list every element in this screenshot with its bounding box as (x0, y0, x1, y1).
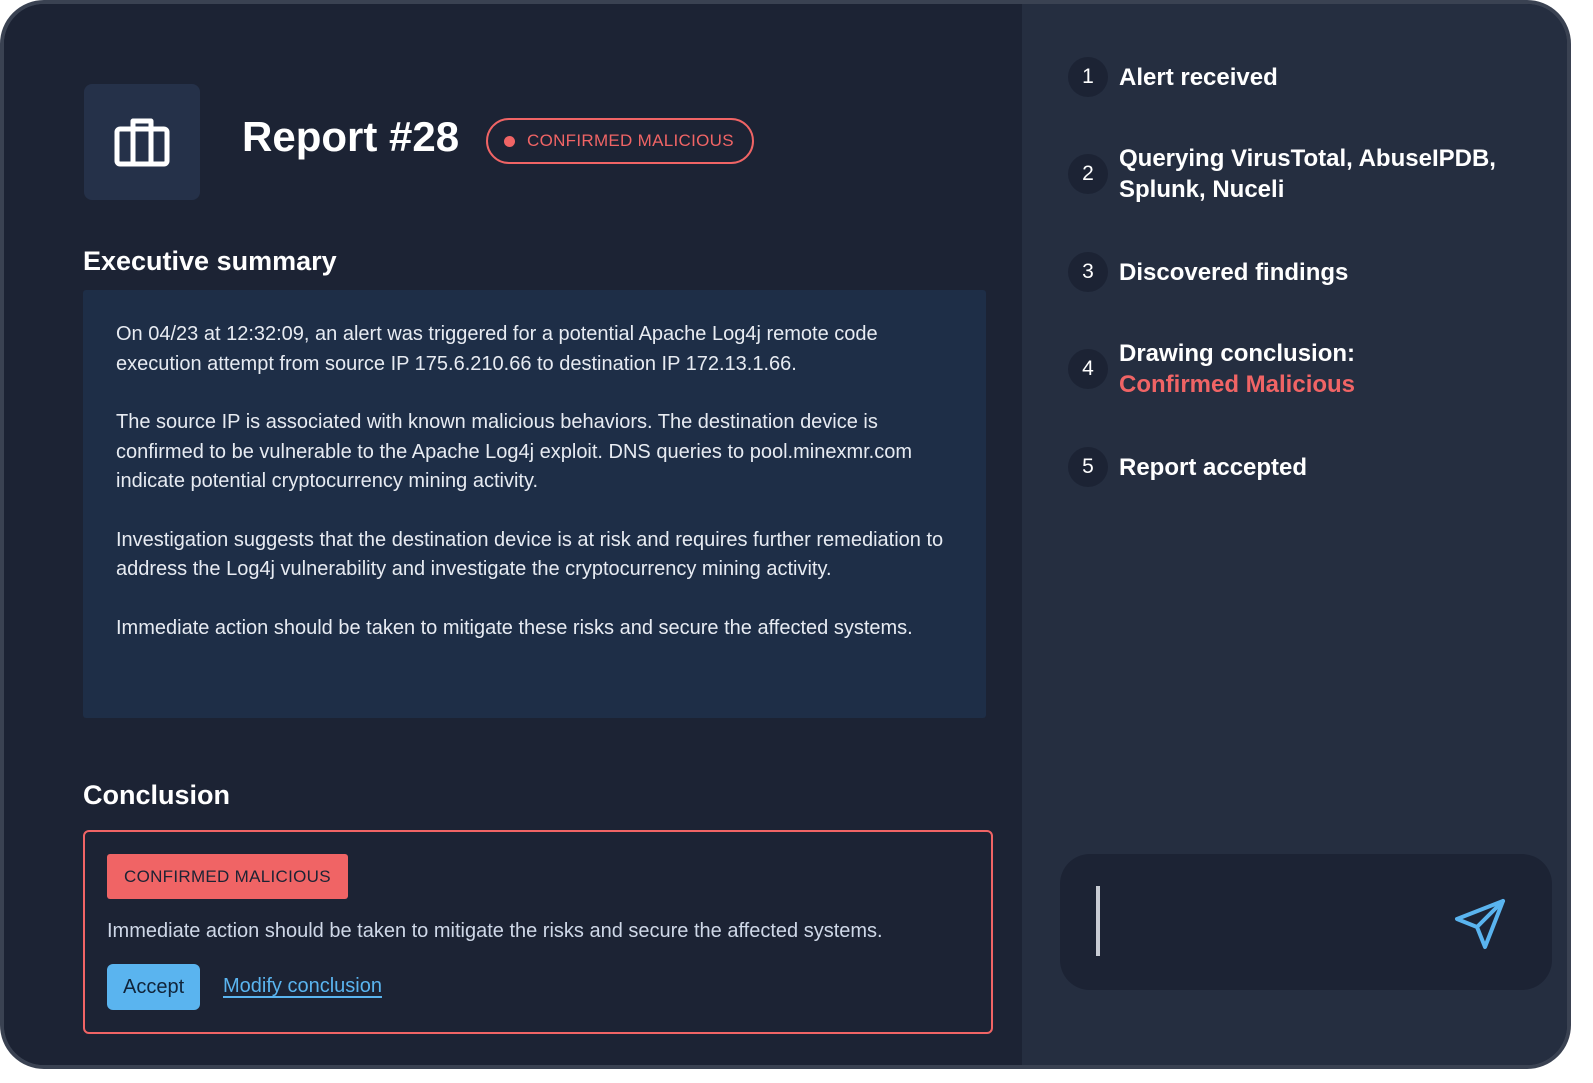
summary-paragraph: The source IP is associated with known m… (116, 411, 912, 492)
conclusion-box: CONFIRMED MALICIOUS Immediate action sho… (83, 830, 993, 1034)
step-item: 4 Drawing conclusion: Confirmed Maliciou… (1068, 338, 1355, 400)
accept-button[interactable]: Accept (107, 964, 201, 1010)
modify-conclusion-link[interactable]: Modify conclusion (223, 975, 382, 998)
step-number: 2 (1068, 154, 1108, 194)
status-dot-icon (504, 135, 515, 147)
send-button[interactable] (1450, 894, 1510, 954)
report-panel: Report #28 CONFIRMED MALICIOUS Executive… (4, 4, 1022, 1065)
chat-composer (1060, 854, 1552, 990)
step-number: 3 (1068, 252, 1108, 292)
step-label: Querying VirusTotal, AbuseIPDB, Splunk, … (1119, 145, 1496, 203)
status-badge-label: CONFIRMED MALICIOUS (527, 131, 734, 150)
briefcase-icon (114, 118, 170, 167)
status-badge: CONFIRMED MALICIOUS (486, 118, 754, 164)
step-item: 2 Querying VirusTotal, AbuseIPDB, Splunk… (1068, 143, 1509, 205)
page-title: Report #28 (242, 113, 460, 160)
step-item: 3 Discovered findings (1068, 252, 1348, 292)
summary-paragraph: On 04/23 at 12:32:09, an alert was trigg… (116, 323, 878, 375)
conclusion-badge: CONFIRMED MALICIOUS (107, 854, 348, 899)
executive-summary-heading: Executive summary (83, 246, 337, 276)
step-number: 4 (1068, 349, 1108, 389)
step-number: 5 (1068, 447, 1108, 487)
step-number: 1 (1068, 57, 1108, 97)
step-label: Drawing conclusion: (1119, 340, 1356, 367)
app-window: Report #28 CONFIRMED MALICIOUS Executive… (0, 0, 1571, 1069)
step-item: 5 Report accepted (1068, 447, 1307, 487)
conclusion-text: Immediate action should be taken to miti… (107, 920, 883, 942)
step-label: Discovered findings (1119, 258, 1349, 286)
chat-input[interactable] (1096, 882, 1440, 964)
summary-paragraph: Investigation suggests that the destinat… (116, 528, 944, 581)
report-logo (84, 84, 200, 200)
summary-paragraph: Immediate action should be taken to miti… (116, 616, 913, 639)
conclusion-heading: Conclusion (83, 780, 230, 810)
send-icon (1455, 899, 1505, 949)
step-label-group: Drawing conclusion: Confirmed Malicious (1119, 338, 1355, 400)
step-verdict: Confirmed Malicious (1119, 371, 1356, 398)
step-label: Alert received (1119, 63, 1278, 91)
executive-summary-box: On 04/23 at 12:32:09, an alert was trigg… (83, 290, 986, 718)
step-label: Report accepted (1119, 453, 1308, 481)
progress-panel: 1 Alert received 2 Querying VirusTotal, … (1022, 4, 1567, 1065)
step-item: 1 Alert received (1068, 57, 1278, 97)
